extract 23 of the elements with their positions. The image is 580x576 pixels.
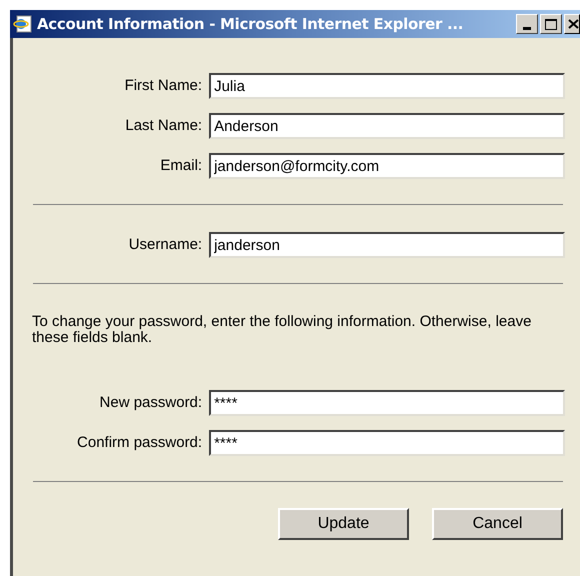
- maximize-button[interactable]: [540, 14, 562, 34]
- input-field[interactable]: ****: [209, 430, 565, 456]
- window-title: Account Information - Microsoft Internet Explorer ...: [37, 14, 464, 35]
- input-field[interactable]: janderson@formcity.com: [209, 153, 565, 179]
- browser-icon: [13, 14, 33, 34]
- minimize-icon: [523, 27, 531, 30]
- field-label: New password:: [98, 392, 204, 413]
- input-field[interactable]: Julia: [209, 73, 565, 99]
- field-label: Email:: [159, 156, 204, 176]
- close-icon: [568, 19, 579, 29]
- close-button[interactable]: [564, 14, 580, 34]
- dialog-button[interactable]: Update: [278, 508, 409, 540]
- minimize-button[interactable]: [516, 14, 538, 34]
- field-label: First Name:: [124, 76, 204, 96]
- input-field[interactable]: ****: [209, 390, 565, 416]
- instruction-text: To change your password, enter the following information. Otherwise, leave these fields blank.: [32, 314, 532, 346]
- field-label: Username:: [128, 234, 204, 255]
- maximize-icon: [545, 18, 557, 30]
- field-label: Confirm password:: [76, 432, 204, 453]
- input-field[interactable]: Anderson: [209, 113, 565, 139]
- field-label: Last Name:: [124, 116, 204, 136]
- input-field[interactable]: janderson: [209, 232, 565, 258]
- dialog-button[interactable]: Cancel: [432, 508, 563, 540]
